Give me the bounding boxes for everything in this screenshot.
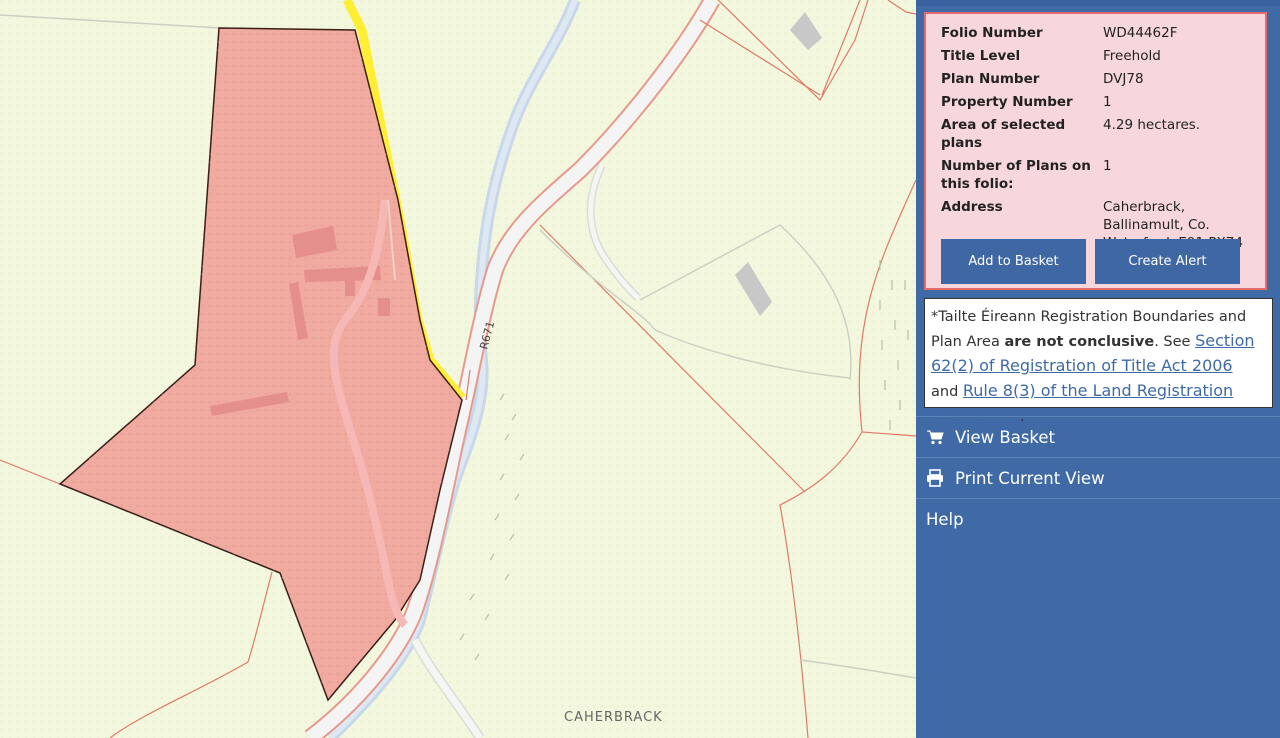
folio-row: Area of selected plans 4.29 hectares.	[941, 116, 1261, 157]
map-view[interactable]: R671 CAHERBRACK	[0, 0, 916, 738]
folio-info-box: Folio Number WD44462F Title Level Freeho…	[924, 12, 1267, 290]
folio-key: Property Number	[941, 94, 1073, 110]
disclaimer-bold: are not conclusive	[1004, 334, 1155, 350]
folio-key: Area of selected plans	[941, 117, 1066, 151]
folio-value: DVJ78	[1103, 71, 1144, 87]
folio-value: 1	[1103, 158, 1112, 174]
folio-value: 1	[1103, 94, 1112, 110]
print-view-menu-item[interactable]: Print Current View	[916, 458, 1280, 498]
print-view-label: Print Current View	[955, 468, 1105, 488]
printer-icon	[927, 469, 943, 487]
help-menu-item[interactable]: Help	[916, 499, 1280, 539]
side-panel: Folio Number WD44462F Title Level Freeho…	[916, 0, 1280, 738]
view-basket-label: View Basket	[955, 427, 1056, 447]
disclaimer-text: . See	[1154, 334, 1196, 350]
panel-top-bar	[916, 0, 1280, 6]
folio-row: Folio Number WD44462F	[941, 24, 1261, 47]
folio-info-table: Folio Number WD44462F Title Level Freeho…	[941, 24, 1261, 257]
folio-row: Title Level Freehold	[941, 47, 1261, 70]
shopping-cart-icon	[927, 430, 944, 445]
folio-row: Property Number 1	[941, 93, 1261, 116]
disclaimer-box: *Tailte Éireann Registration Boundaries …	[924, 298, 1273, 425]
folio-key: Plan Number	[941, 71, 1040, 87]
disclaimer-text: and	[931, 384, 963, 400]
create-alert-button[interactable]: Create Alert	[1095, 239, 1240, 284]
folio-row: Number of Plans on this folio: 1	[941, 157, 1261, 198]
folio-row: Plan Number DVJ78	[941, 70, 1261, 93]
folio-value: 4.29 hectares.	[1103, 117, 1201, 133]
view-basket-menu-item[interactable]: View Basket	[916, 417, 1280, 457]
add-to-basket-button[interactable]: Add to Basket	[941, 239, 1086, 284]
help-label: Help	[926, 509, 964, 529]
folio-key: Number of Plans on this folio:	[941, 158, 1091, 192]
folio-key: Folio Number	[941, 25, 1043, 41]
folio-value: WD44462F	[1103, 25, 1178, 41]
folio-value: Freehold	[1103, 48, 1161, 64]
folio-key: Title Level	[941, 48, 1021, 64]
place-label: CAHERBRACK	[564, 710, 663, 725]
map-canvas[interactable]: R671 CAHERBRACK	[0, 0, 916, 738]
map-texture	[0, 0, 916, 738]
